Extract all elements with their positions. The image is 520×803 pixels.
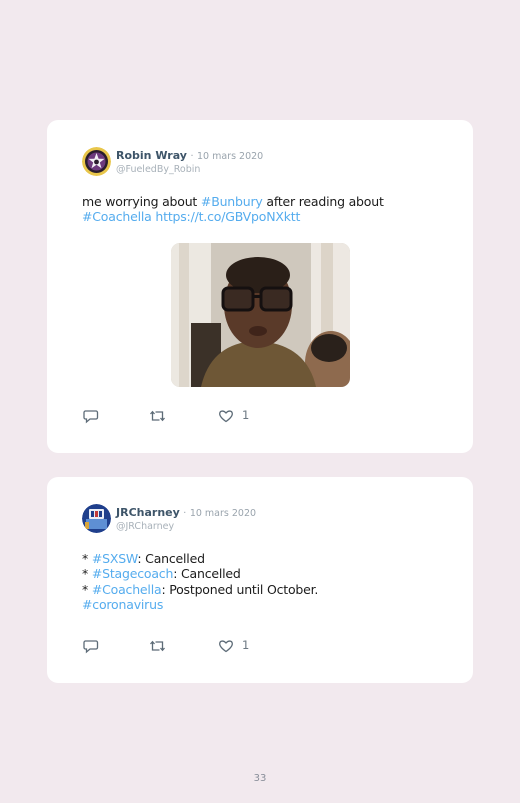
tweet-text: * #SXSW: Cancelled * #Stagecoach: Cancel…	[82, 551, 318, 612]
station-logo-icon	[82, 504, 111, 533]
tweet-line: #Coachella https://t.co/GBVpoNXktt	[82, 209, 384, 224]
text-segment: : Cancelled	[173, 566, 241, 582]
reply-button[interactable]	[83, 408, 99, 424]
heart-icon	[219, 640, 233, 653]
tweet-date[interactable]: 10 mars 2020	[197, 151, 263, 162]
hashtag-link[interactable]: #Coachella	[82, 209, 152, 224]
separator-dot: ·	[190, 151, 194, 162]
author-name[interactable]: JRCharney	[116, 506, 180, 519]
text-segment: me worrying about	[82, 194, 201, 209]
avatar[interactable]	[82, 147, 111, 176]
tweet-card: JRCharney · 10 mars 2020 @JRCharney * #S…	[47, 477, 473, 683]
reply-button[interactable]	[83, 638, 99, 654]
avatar[interactable]	[82, 504, 111, 533]
retweet-button[interactable]	[149, 408, 166, 424]
heart-icon	[219, 410, 233, 423]
separator-dot: ·	[183, 508, 187, 519]
tweet-media[interactable]	[171, 243, 350, 387]
text-segment: : Postponed until October.	[161, 581, 319, 597]
author-handle[interactable]: @JRCharney	[116, 520, 256, 533]
like-count: 1	[242, 408, 250, 422]
text-segment: *	[82, 551, 92, 566]
text-segment: *	[82, 566, 92, 582]
text-segment: *	[82, 581, 92, 597]
reply-icon	[83, 410, 99, 424]
text-segment: after reading about	[262, 194, 384, 209]
author-name[interactable]: Robin Wray	[116, 149, 187, 162]
page-number: 33	[253, 773, 267, 784]
tweet-line: * #SXSW: Cancelled	[82, 551, 318, 566]
hashtag-link[interactable]: #Coachella	[92, 582, 162, 597]
reply-icon	[83, 640, 99, 654]
tweet-text: me worrying about #Bunbury after reading…	[82, 194, 384, 225]
man-with-glasses-image	[171, 243, 350, 387]
hashtag-link[interactable]: #coronavirus	[82, 597, 163, 612]
like-button[interactable]: 1	[218, 408, 258, 424]
url-link[interactable]: https://t.co/GBVpoNXktt	[155, 209, 300, 224]
tweet-line: #coronavirus	[82, 597, 318, 612]
like-button[interactable]: 1	[218, 638, 258, 654]
tweet-line: me worrying about #Bunbury after reading…	[82, 194, 384, 209]
retweet-icon	[150, 640, 165, 652]
tweet-card: Robin Wray · 10 mars 2020 @FueledBy_Robi…	[47, 120, 473, 453]
tweet-actions: 1	[83, 408, 263, 426]
tweet-actions: 1	[83, 638, 263, 656]
tweet-date[interactable]: 10 mars 2020	[190, 508, 256, 519]
tweet-line: * #Stagecoach: Cancelled	[82, 566, 318, 581]
hashtag-link[interactable]: #SXSW	[92, 551, 138, 566]
hashtag-link[interactable]: #Stagecoach	[92, 566, 174, 581]
author-handle[interactable]: @FueledBy_Robin	[116, 163, 263, 176]
like-count: 1	[242, 638, 250, 652]
tweet-line: * #Coachella: Postponed until October.	[82, 582, 318, 597]
retweet-icon	[150, 410, 165, 422]
star-badge-icon	[82, 147, 111, 176]
retweet-button[interactable]	[149, 638, 166, 654]
text-segment: : Cancelled	[137, 551, 205, 566]
hashtag-link[interactable]: #Bunbury	[201, 194, 263, 209]
